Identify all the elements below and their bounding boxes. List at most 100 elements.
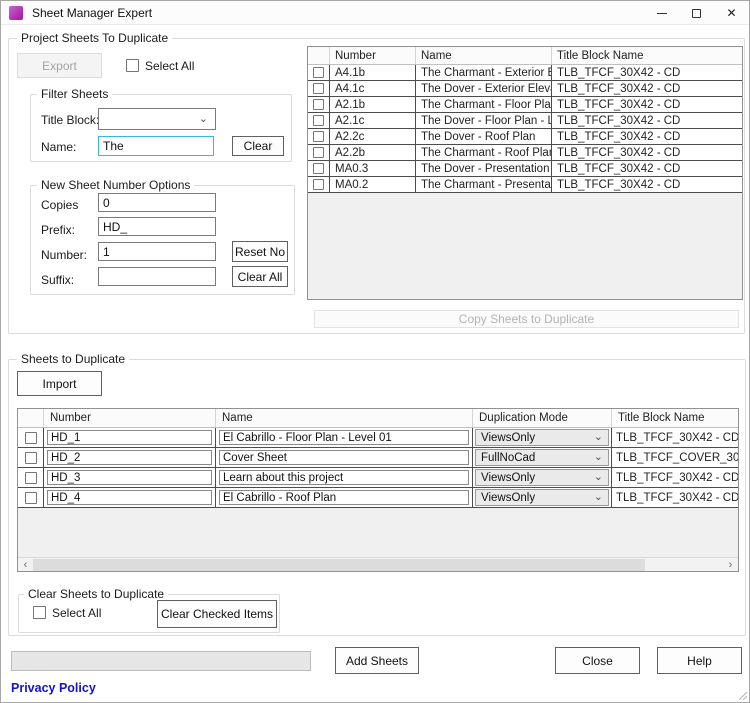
resize-grip[interactable] [737,690,747,700]
row-select-checkbox[interactable] [313,131,324,142]
table-header-row: Number Name Duplication Mode Title Block… [18,409,738,428]
name-cell-input[interactable] [219,450,469,465]
name-cell-input[interactable] [219,470,469,485]
duplication-mode-value: FullNoCad [481,452,535,464]
duplication-mode-dropdown[interactable]: ViewsOnly⌄ [475,469,609,486]
column-header-number: Number [330,47,416,64]
row-select-checkbox[interactable] [313,115,324,126]
table-row: A2.1c The Dover - Floor Plan - Leve TLB_… [308,113,742,129]
sheet-manager-expert-dialog: Sheet Manager Expert ✕ Project Sheets To… [0,0,750,703]
title-bar: Sheet Manager Expert ✕ [1,1,749,25]
row-select-checkbox[interactable] [313,99,324,110]
duplication-mode-dropdown[interactable]: FullNoCad ⌄ [475,449,609,466]
add-sheets-button[interactable]: Add Sheets [335,647,419,674]
scroll-right-icon[interactable]: › [723,558,738,572]
cell-name: The Dover - Floor Plan - Leve [416,113,552,128]
maximize-button[interactable] [679,1,714,25]
chevron-down-icon: ⌄ [594,492,603,503]
copy-sheets-to-duplicate-button[interactable]: Copy Sheets to Duplicate [314,310,739,328]
chevron-down-icon: ⌄ [594,432,603,443]
cell-name: The Charmant - Roof Plan [416,145,552,160]
import-button[interactable]: Import [17,371,102,396]
minimize-button[interactable] [644,1,679,25]
horizontal-scrollbar[interactable]: ‹ › [18,557,738,571]
scrollbar-thumb[interactable] [33,559,645,571]
clear-all-button[interactable]: Clear All [232,266,288,287]
row-select-checkbox[interactable] [313,147,324,158]
clear-checked-items-button[interactable]: Clear Checked Items [157,600,277,628]
number-cell-input[interactable] [47,450,212,465]
table-row: ViewsOnly⌄ TLB_TFCF_30X42 - CD [18,488,738,508]
cell-name: The Charmant - Presentation [416,177,552,192]
cell-title-block: TLB_TFCF_30X42 - CD [612,428,738,447]
minimize-icon [657,13,667,14]
table-row: MA0.3 The Dover - Presentation Plan TLB_… [308,161,742,177]
row-select-checkbox[interactable] [25,472,37,484]
select-all-duplicate-label: Select All [52,606,101,620]
header-checkbox-cell [18,409,44,427]
duplication-mode-dropdown[interactable]: ViewsOnly⌄ [475,489,609,506]
suffix-input[interactable] [98,267,216,286]
cell-number: A2.1b [330,97,416,112]
close-window-button[interactable]: ✕ [714,1,749,25]
chevron-down-icon: ⌄ [594,472,603,483]
duplication-mode-value: ViewsOnly [481,432,535,444]
name-filter-input[interactable] [98,136,214,156]
cell-number: A2.1c [330,113,416,128]
column-header-title-block: Title Block Name [552,47,742,64]
chevron-down-icon: ⌄ [594,452,603,463]
duplication-mode-dropdown[interactable]: ViewsOnly ⌄ [475,429,609,446]
cell-name: The Dover - Exterior Elevation [416,81,552,96]
close-button[interactable]: Close [555,647,640,674]
cell-number: A2.2c [330,129,416,144]
select-all-project-checkbox[interactable] [126,59,139,72]
row-select-checkbox[interactable] [313,83,324,94]
cell-title-block: TLB_TFCF_30X42 - CD [552,145,742,160]
row-select-checkbox[interactable] [25,432,37,444]
sheets-to-duplicate-group: Sheets to Duplicate Import Number Name D… [8,359,746,636]
number-options-group-label: New Sheet Number Options [37,178,194,192]
row-select-checkbox[interactable] [313,67,324,78]
name-filter-label: Name: [41,140,76,154]
project-sheets-group-label: Project Sheets To Duplicate [17,31,172,45]
row-select-checkbox[interactable] [25,452,37,464]
maximize-icon [692,9,701,18]
privacy-policy-link[interactable]: Privacy Policy [11,681,96,695]
copies-input[interactable] [98,193,216,212]
help-button[interactable]: Help [657,647,742,674]
number-options-group: New Sheet Number Options Copies Prefix: … [30,185,295,295]
cell-title-block: TLB_TFCF_30X42 - CD [612,488,738,507]
sheets-to-duplicate-group-label: Sheets to Duplicate [17,352,129,366]
cell-number: MA0.3 [330,161,416,176]
cell-number: A2.2b [330,145,416,160]
number-cell-input[interactable] [47,430,212,445]
table-row: FullNoCad⌄ TLB_TFCF_COVER_30X42 [18,448,738,468]
copies-label: Copies [41,198,78,212]
number-cell-input[interactable] [47,470,212,485]
clear-filter-button[interactable]: Clear [232,136,284,156]
column-header-title-block: Title Block Name [612,409,738,427]
scroll-left-icon[interactable]: ‹ [18,558,33,572]
name-cell-input[interactable] [219,490,469,505]
export-button[interactable]: Export [17,53,102,78]
table-empty-area [308,193,742,299]
cell-title-block: TLB_TFCF_30X42 - CD [612,468,738,487]
number-cell-input[interactable] [47,490,212,505]
row-select-checkbox[interactable] [25,492,37,504]
table-row: MA0.2 The Charmant - Presentation TLB_TF… [308,177,742,193]
prefix-label: Prefix: [41,223,75,237]
column-header-duplication-mode: Duplication Mode [473,409,612,427]
reset-number-button[interactable]: Reset No [232,241,288,262]
project-sheets-table: Number Name Title Block Name A4.1b The C… [307,46,743,300]
row-select-checkbox[interactable] [313,179,324,190]
title-block-dropdown[interactable]: ⌄ [98,108,216,130]
select-all-duplicate-checkbox[interactable] [33,606,46,619]
table-row: A2.2b The Charmant - Roof Plan TLB_TFCF_… [308,145,742,161]
table-row: A2.1b The Charmant - Floor Plan - L TLB_… [308,97,742,113]
cell-number: A4.1c [330,81,416,96]
number-input[interactable] [98,242,216,261]
prefix-input[interactable] [98,217,216,236]
name-cell-input[interactable] [219,430,469,445]
row-select-checkbox[interactable] [313,163,324,174]
sheets-to-duplicate-table: Number Name Duplication Mode Title Block… [17,408,739,572]
